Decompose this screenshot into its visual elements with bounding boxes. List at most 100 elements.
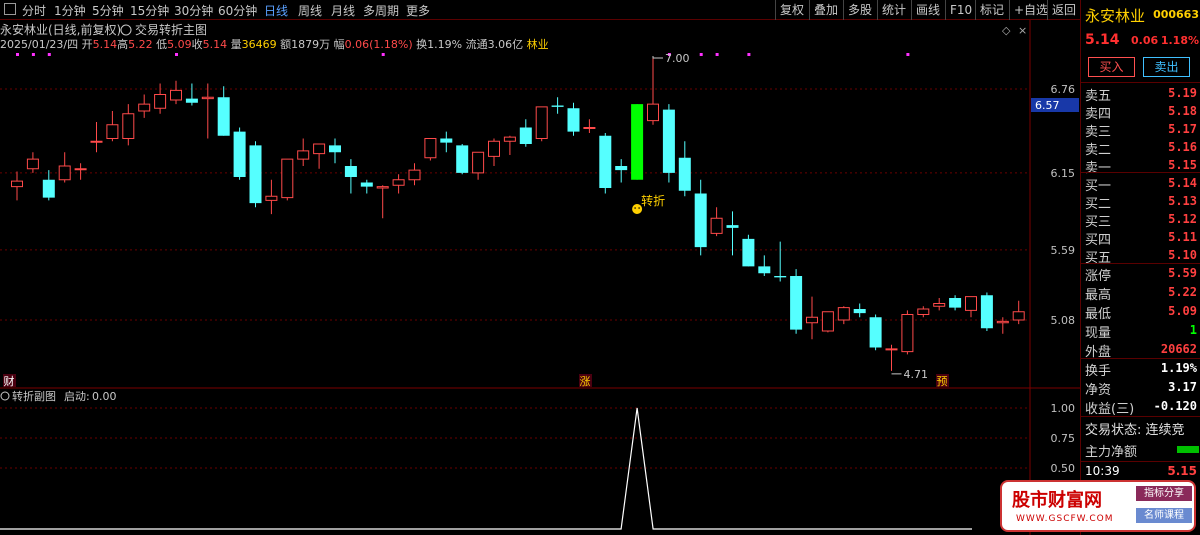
candle-body-down xyxy=(217,97,230,136)
ad-title: 股市财富网 xyxy=(1012,490,1102,511)
limit-up-marker[interactable]: 涨 xyxy=(580,375,591,388)
signal-dot xyxy=(715,53,719,56)
sidebar-asks-row-3: 卖二 5.16 xyxy=(1083,138,1199,158)
period-tab-0[interactable]: 分时 xyxy=(22,2,46,19)
period-tab-1[interactable]: 1分钟 xyxy=(54,2,86,19)
quote-label: 涨停 xyxy=(1085,269,1112,284)
price-pct: 1.18% xyxy=(1160,34,1199,47)
toolbar-button-8[interactable]: 返回 xyxy=(1047,0,1079,20)
toolbar-button-7[interactable]: +自选 xyxy=(1009,0,1048,20)
period-tab-9[interactable]: 多周期 xyxy=(363,2,399,19)
current-price: 5.14 xyxy=(1085,32,1120,48)
sidebar-stats1-row-4: 外盘 20662 xyxy=(1083,340,1199,360)
period-tab-4[interactable]: 30分钟 xyxy=(174,2,213,19)
candle-body-down xyxy=(853,309,866,314)
ohlc-field: 林业 xyxy=(523,37,549,51)
diamond-icon[interactable]: ◇ xyxy=(1002,24,1011,37)
candle-body-down xyxy=(360,182,373,187)
ohlc-field: 5.14 xyxy=(203,38,228,51)
toolbar-button-0[interactable]: 复权 xyxy=(775,0,809,20)
candle-body-up xyxy=(806,316,818,324)
buy-button[interactable]: 买入 xyxy=(1088,57,1135,77)
candle-body-down xyxy=(949,298,962,308)
ohlc-field: 1.19% xyxy=(427,38,462,51)
toolbar-button-6[interactable]: 标记 xyxy=(975,0,1009,20)
sidebar-stats2-row-1: 净资 3.17 xyxy=(1083,378,1199,398)
price-tick-label: 6.76 xyxy=(1051,83,1076,96)
high-pointer xyxy=(652,56,663,59)
period-tab-8[interactable]: 月线 xyxy=(331,2,355,19)
candle-body-down xyxy=(329,145,341,153)
signal-dot xyxy=(699,53,703,56)
candle-body-up xyxy=(58,165,71,181)
indicator-name[interactable]: 交易转折主图 xyxy=(135,22,207,37)
toolbar-button-1[interactable]: 叠加 xyxy=(809,0,843,20)
signal-dot xyxy=(47,53,51,56)
toolbar-button-4[interactable]: 画线 xyxy=(911,0,945,20)
quote-value: 5.09 xyxy=(1168,304,1197,318)
stock-header: 永安林业 000663 xyxy=(1083,5,1199,25)
ohlc-info-line: 2025/01/23/四 开5.14高5.22 低5.09收5.14 量3646… xyxy=(0,37,549,51)
period-tab-10[interactable]: 更多 xyxy=(406,2,430,19)
menu-icon[interactable] xyxy=(4,3,16,15)
candle-body-up xyxy=(710,217,723,234)
close-icon[interactable]: × xyxy=(1018,24,1027,37)
main-flow-row: 主力净额 xyxy=(1083,440,1199,460)
toolbar-button-5[interactable]: F10 xyxy=(945,0,975,20)
quote-value: 5.13 xyxy=(1168,194,1197,208)
candle-body-up xyxy=(901,314,914,353)
candle-body-up xyxy=(821,311,834,332)
candle-body-down xyxy=(758,266,771,274)
quote-value: 5.16 xyxy=(1168,140,1197,154)
sub-tick-label: 0.75 xyxy=(1051,432,1076,445)
signal-dot xyxy=(747,53,751,56)
forecast-marker[interactable]: 预 xyxy=(937,375,948,388)
candle-body-up xyxy=(1012,311,1025,321)
ad-tag-indicator[interactable]: 指标分享 xyxy=(1136,486,1192,501)
candle-body-down xyxy=(599,135,612,188)
sidebar-bids-row-1: 买二 5.13 xyxy=(1083,192,1199,212)
candle-body-up xyxy=(313,143,326,155)
sidebar-stats2-row-0: 换手 1.19% xyxy=(1083,359,1199,379)
sell-button[interactable]: 卖出 xyxy=(1143,57,1190,77)
quote-value: 1 xyxy=(1189,323,1197,337)
ad-tag-course[interactable]: 名师课程 xyxy=(1136,508,1192,523)
sub-pane-title[interactable]: 转折副图 xyxy=(12,389,56,403)
candle-body-down xyxy=(980,295,993,329)
candle-body-up xyxy=(90,140,103,143)
candle-body-down xyxy=(567,108,580,132)
candle-body-up xyxy=(535,106,548,139)
quote-panel: 永安林业 000663 5.14 0.06 1.18% 买入 卖出 卖五 5.19… xyxy=(1080,0,1200,535)
period-tab-5[interactable]: 60分钟 xyxy=(218,2,257,19)
period-tab-6[interactable]: 日线 xyxy=(264,2,288,19)
quote-value: 3.17 xyxy=(1168,380,1197,394)
ohlc-field: 换 xyxy=(413,37,428,51)
quote-label: 最高 xyxy=(1085,288,1112,303)
ohlc-field: 低 xyxy=(153,38,168,51)
sub-settings-icon[interactable] xyxy=(0,391,10,401)
toolbar-button-3[interactable]: 统计 xyxy=(877,0,911,20)
crosshair-price-label: 6.57 xyxy=(1035,99,1060,112)
candle-body-down xyxy=(42,179,55,198)
period-tab-7[interactable]: 周线 xyxy=(298,2,322,19)
stock-name: 永安林业 xyxy=(1085,7,1146,25)
period-tab-3[interactable]: 15分钟 xyxy=(130,2,169,19)
candle-body-up xyxy=(965,296,977,311)
candle-body-up xyxy=(837,307,850,321)
candle-body-up xyxy=(392,179,405,186)
quote-value: 5.11 xyxy=(1168,230,1197,244)
stock-code: 000663 xyxy=(1153,8,1199,21)
ad-banner[interactable]: 股市财富网 WWW.GSCFW.COM 指标分享 名师课程 xyxy=(1000,480,1196,532)
ohlc-field: 5.09 xyxy=(167,38,192,51)
sidebar-stats1-row-0: 涨停 5.59 xyxy=(1083,264,1199,284)
period-tab-2[interactable]: 5分钟 xyxy=(92,2,124,19)
toolbar-button-2[interactable]: 多股 xyxy=(843,0,877,20)
candle-body-up xyxy=(154,94,167,109)
quote-label: 现量 xyxy=(1085,326,1112,341)
candle-body-up xyxy=(472,151,485,174)
settings-circle-icon[interactable] xyxy=(120,24,132,36)
candle-body-up xyxy=(376,186,389,189)
finance-marker[interactable]: 财 xyxy=(4,374,15,388)
chart-area[interactable]: 6.76 6.15 5.59 5.08 6.57 永安林业(日线,前复权) 交易转折主图 ◇ ×… xyxy=(0,20,1080,535)
signal-dot xyxy=(906,53,910,56)
